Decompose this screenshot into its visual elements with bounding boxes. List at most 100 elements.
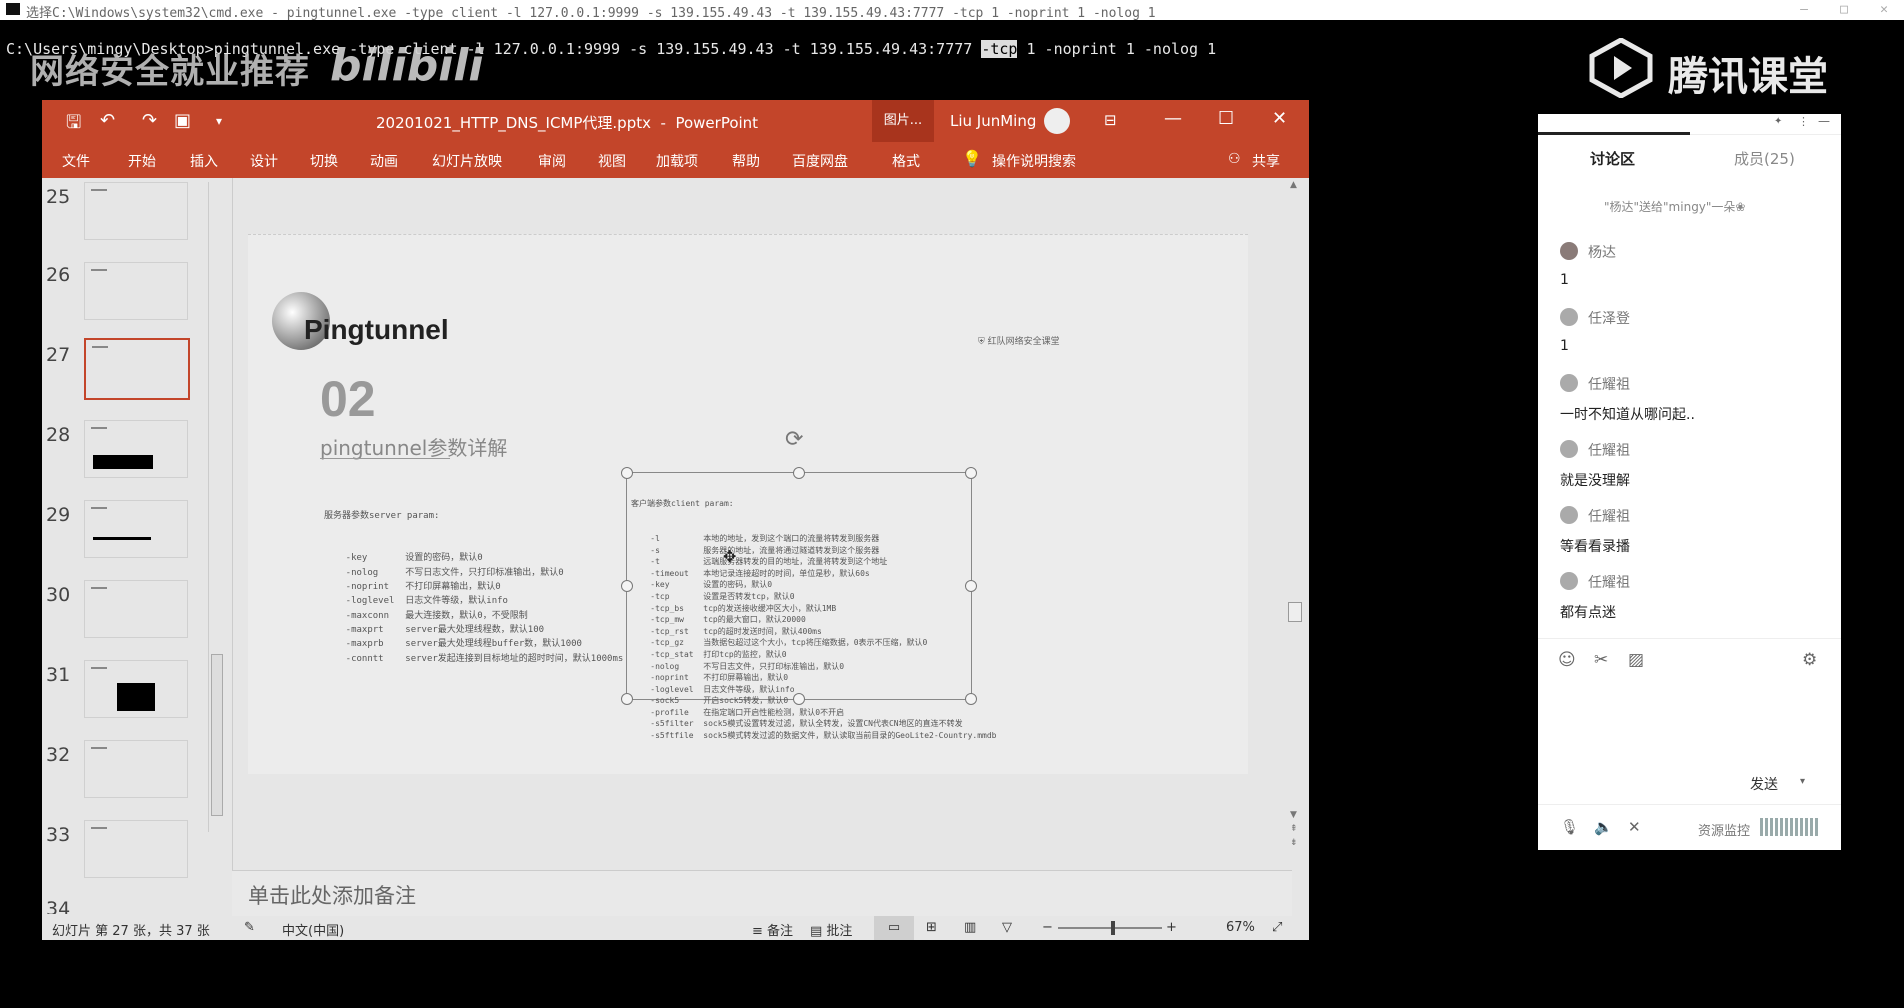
mute-icon[interactable]: ✕ <box>1628 818 1641 836</box>
tab-design[interactable]: 设计 <box>250 151 278 171</box>
minimize-icon[interactable]: — <box>1784 0 1824 20</box>
selected-text-box[interactable]: 客户端参数client param: -l 本地的地址，发到这个端口的流量将转发… <box>621 427 996 740</box>
speaker-icon[interactable]: 🔈 <box>1594 818 1613 836</box>
notes-placeholder[interactable]: 单击此处添加备注 <box>248 880 416 910</box>
slide-canvas[interactable]: Pingtunnel ⛨ 红队网络安全课堂 02 pingtunnel参数详解 … <box>248 234 1248 774</box>
tab-home[interactable]: 开始 <box>128 151 156 171</box>
slide-thumbnail[interactable] <box>84 262 188 320</box>
status-bar: 幻灯片 第 27 张，共 37 张 ✎ 中文(中国) ≡ 备注 ▤ 批注 ▭ ⊞… <box>42 916 1309 940</box>
minimize-icon[interactable]: — <box>1164 108 1182 129</box>
param-flag: -loglevel <box>324 596 406 607</box>
zoom-level[interactable]: 67% <box>1226 920 1255 935</box>
slide-thumbnail[interactable] <box>84 740 188 798</box>
slide-thumbnail-selected[interactable] <box>84 338 190 400</box>
send-button[interactable]: 发送 <box>1750 774 1778 794</box>
image-icon[interactable]: ▨ <box>1628 650 1644 670</box>
avatar[interactable] <box>1560 308 1578 326</box>
bilibili-logo: bilibili <box>330 40 484 91</box>
customize-qa-icon[interactable]: ▾ <box>216 114 222 128</box>
maximize-icon[interactable]: ☐ <box>1218 108 1234 129</box>
avatar[interactable] <box>1560 506 1578 524</box>
settings-icon[interactable]: ⚙ <box>1802 650 1817 670</box>
share-button[interactable]: 共享 <box>1252 151 1280 171</box>
spellcheck-icon[interactable]: ✎ <box>244 920 255 935</box>
avatar[interactable] <box>1560 572 1578 590</box>
slide-thumbnail[interactable] <box>84 182 188 240</box>
param-flag: -noprint <box>631 673 704 683</box>
tab-insert[interactable]: 插入 <box>190 151 218 171</box>
tab-slideshow[interactable]: 幻灯片放映 <box>432 151 502 171</box>
reading-view-icon[interactable]: ▥ <box>964 920 976 935</box>
tab-addins[interactable]: 加载项 <box>656 151 698 171</box>
resource-monitor[interactable]: 资源监控 <box>1698 820 1750 839</box>
resize-handle[interactable] <box>621 693 633 705</box>
avatar[interactable] <box>1560 440 1578 458</box>
zoom-out-icon[interactable]: − <box>1042 920 1053 935</box>
slide-thumbnail[interactable] <box>84 580 188 638</box>
avatar[interactable] <box>1560 374 1578 392</box>
resize-handle[interactable] <box>965 580 977 592</box>
ribbon-display-icon[interactable]: ⊟ <box>1104 111 1117 129</box>
scroll-thumb[interactable] <box>1288 602 1302 622</box>
pin-icon[interactable]: ✦ <box>1774 116 1782 127</box>
language-indicator[interactable]: 中文(中国) <box>282 920 344 939</box>
slide-thumbnail[interactable] <box>84 660 188 718</box>
tab-view[interactable]: 视图 <box>598 151 626 171</box>
resize-handle[interactable] <box>621 467 633 479</box>
avatar[interactable] <box>1560 242 1578 260</box>
tell-me-search[interactable]: 操作说明搜索 <box>992 151 1076 171</box>
thumbnail-scrollbar[interactable] <box>208 182 223 832</box>
minimize-icon[interactable]: — <box>1818 114 1830 128</box>
tab-baidu-netdisk[interactable]: 百度网盘 <box>792 151 848 171</box>
resize-handle[interactable] <box>793 693 805 705</box>
undo-icon[interactable]: ↶ <box>100 110 115 131</box>
slide-thumbnail[interactable] <box>84 420 188 478</box>
zoom-slider[interactable] <box>1058 921 1162 935</box>
rotate-handle-icon[interactable]: ⟳ <box>785 427 803 452</box>
prev-slide-icon[interactable]: ⇞ <box>1290 824 1298 834</box>
comments-button[interactable]: ▤ 批注 <box>810 920 852 939</box>
tab-discussion[interactable]: 讨论区 <box>1590 148 1635 169</box>
slide-thumbnail[interactable] <box>84 820 188 878</box>
slide-sorter-icon[interactable]: ⊞ <box>926 920 937 935</box>
more-icon[interactable]: ⋮ <box>1798 115 1809 128</box>
notes-pane[interactable]: 单击此处添加备注 <box>232 870 1292 916</box>
zoom-slider-thumb[interactable] <box>1111 921 1115 935</box>
resize-handle[interactable] <box>965 467 977 479</box>
avatar[interactable] <box>1044 108 1070 134</box>
resize-handle[interactable] <box>621 580 633 592</box>
next-slide-icon[interactable]: ⇟ <box>1290 838 1298 848</box>
scissors-icon[interactable]: ✂ <box>1594 650 1608 670</box>
redo-icon[interactable]: ↷ <box>142 110 157 131</box>
chevron-down-icon[interactable]: ▾ <box>1800 776 1805 787</box>
user-name[interactable]: Liu JunMing <box>950 112 1036 130</box>
resize-handle[interactable] <box>965 693 977 705</box>
slide-thumbnail[interactable] <box>84 500 188 558</box>
scroll-down-icon[interactable]: ▼ <box>1290 810 1297 820</box>
notes-button[interactable]: ≡ 备注 <box>752 920 793 939</box>
tab-animations[interactable]: 动画 <box>370 151 398 171</box>
fit-window-icon[interactable]: ⤢ <box>1272 920 1282 935</box>
close-icon[interactable]: ✕ <box>1272 108 1287 129</box>
scroll-thumb[interactable] <box>211 654 223 816</box>
tab-help[interactable]: 帮助 <box>732 151 760 171</box>
vertical-scrollbar[interactable]: ▲ ▼ ⇞ ⇟ <box>1282 178 1308 858</box>
tab-review[interactable]: 审阅 <box>538 151 566 171</box>
picture-tools-tab[interactable]: 图片... <box>872 100 934 142</box>
param-flag: -s5filter <box>631 719 704 729</box>
tab-format[interactable]: 格式 <box>892 151 920 171</box>
scroll-up-icon[interactable]: ▲ <box>1290 180 1297 190</box>
resize-handle[interactable] <box>793 467 805 479</box>
tab-transitions[interactable]: 切换 <box>310 151 338 171</box>
save-icon[interactable]: 🖫 <box>66 110 81 140</box>
tab-file[interactable]: 文件 <box>62 151 90 171</box>
maximize-icon[interactable]: □ <box>1824 0 1864 20</box>
tab-members[interactable]: 成员(25) <box>1734 148 1795 169</box>
close-icon[interactable]: ✕ <box>1864 0 1904 20</box>
normal-view-icon[interactable]: ▭ <box>874 916 914 940</box>
emoji-icon[interactable]: ☺ <box>1558 650 1576 670</box>
slideshow-icon[interactable]: ▽ <box>1002 920 1012 935</box>
slideshow-start-icon[interactable]: ▣ <box>174 110 191 131</box>
zoom-in-icon[interactable]: + <box>1166 920 1177 935</box>
microphone-icon[interactable]: 🎙 <box>1560 818 1579 836</box>
